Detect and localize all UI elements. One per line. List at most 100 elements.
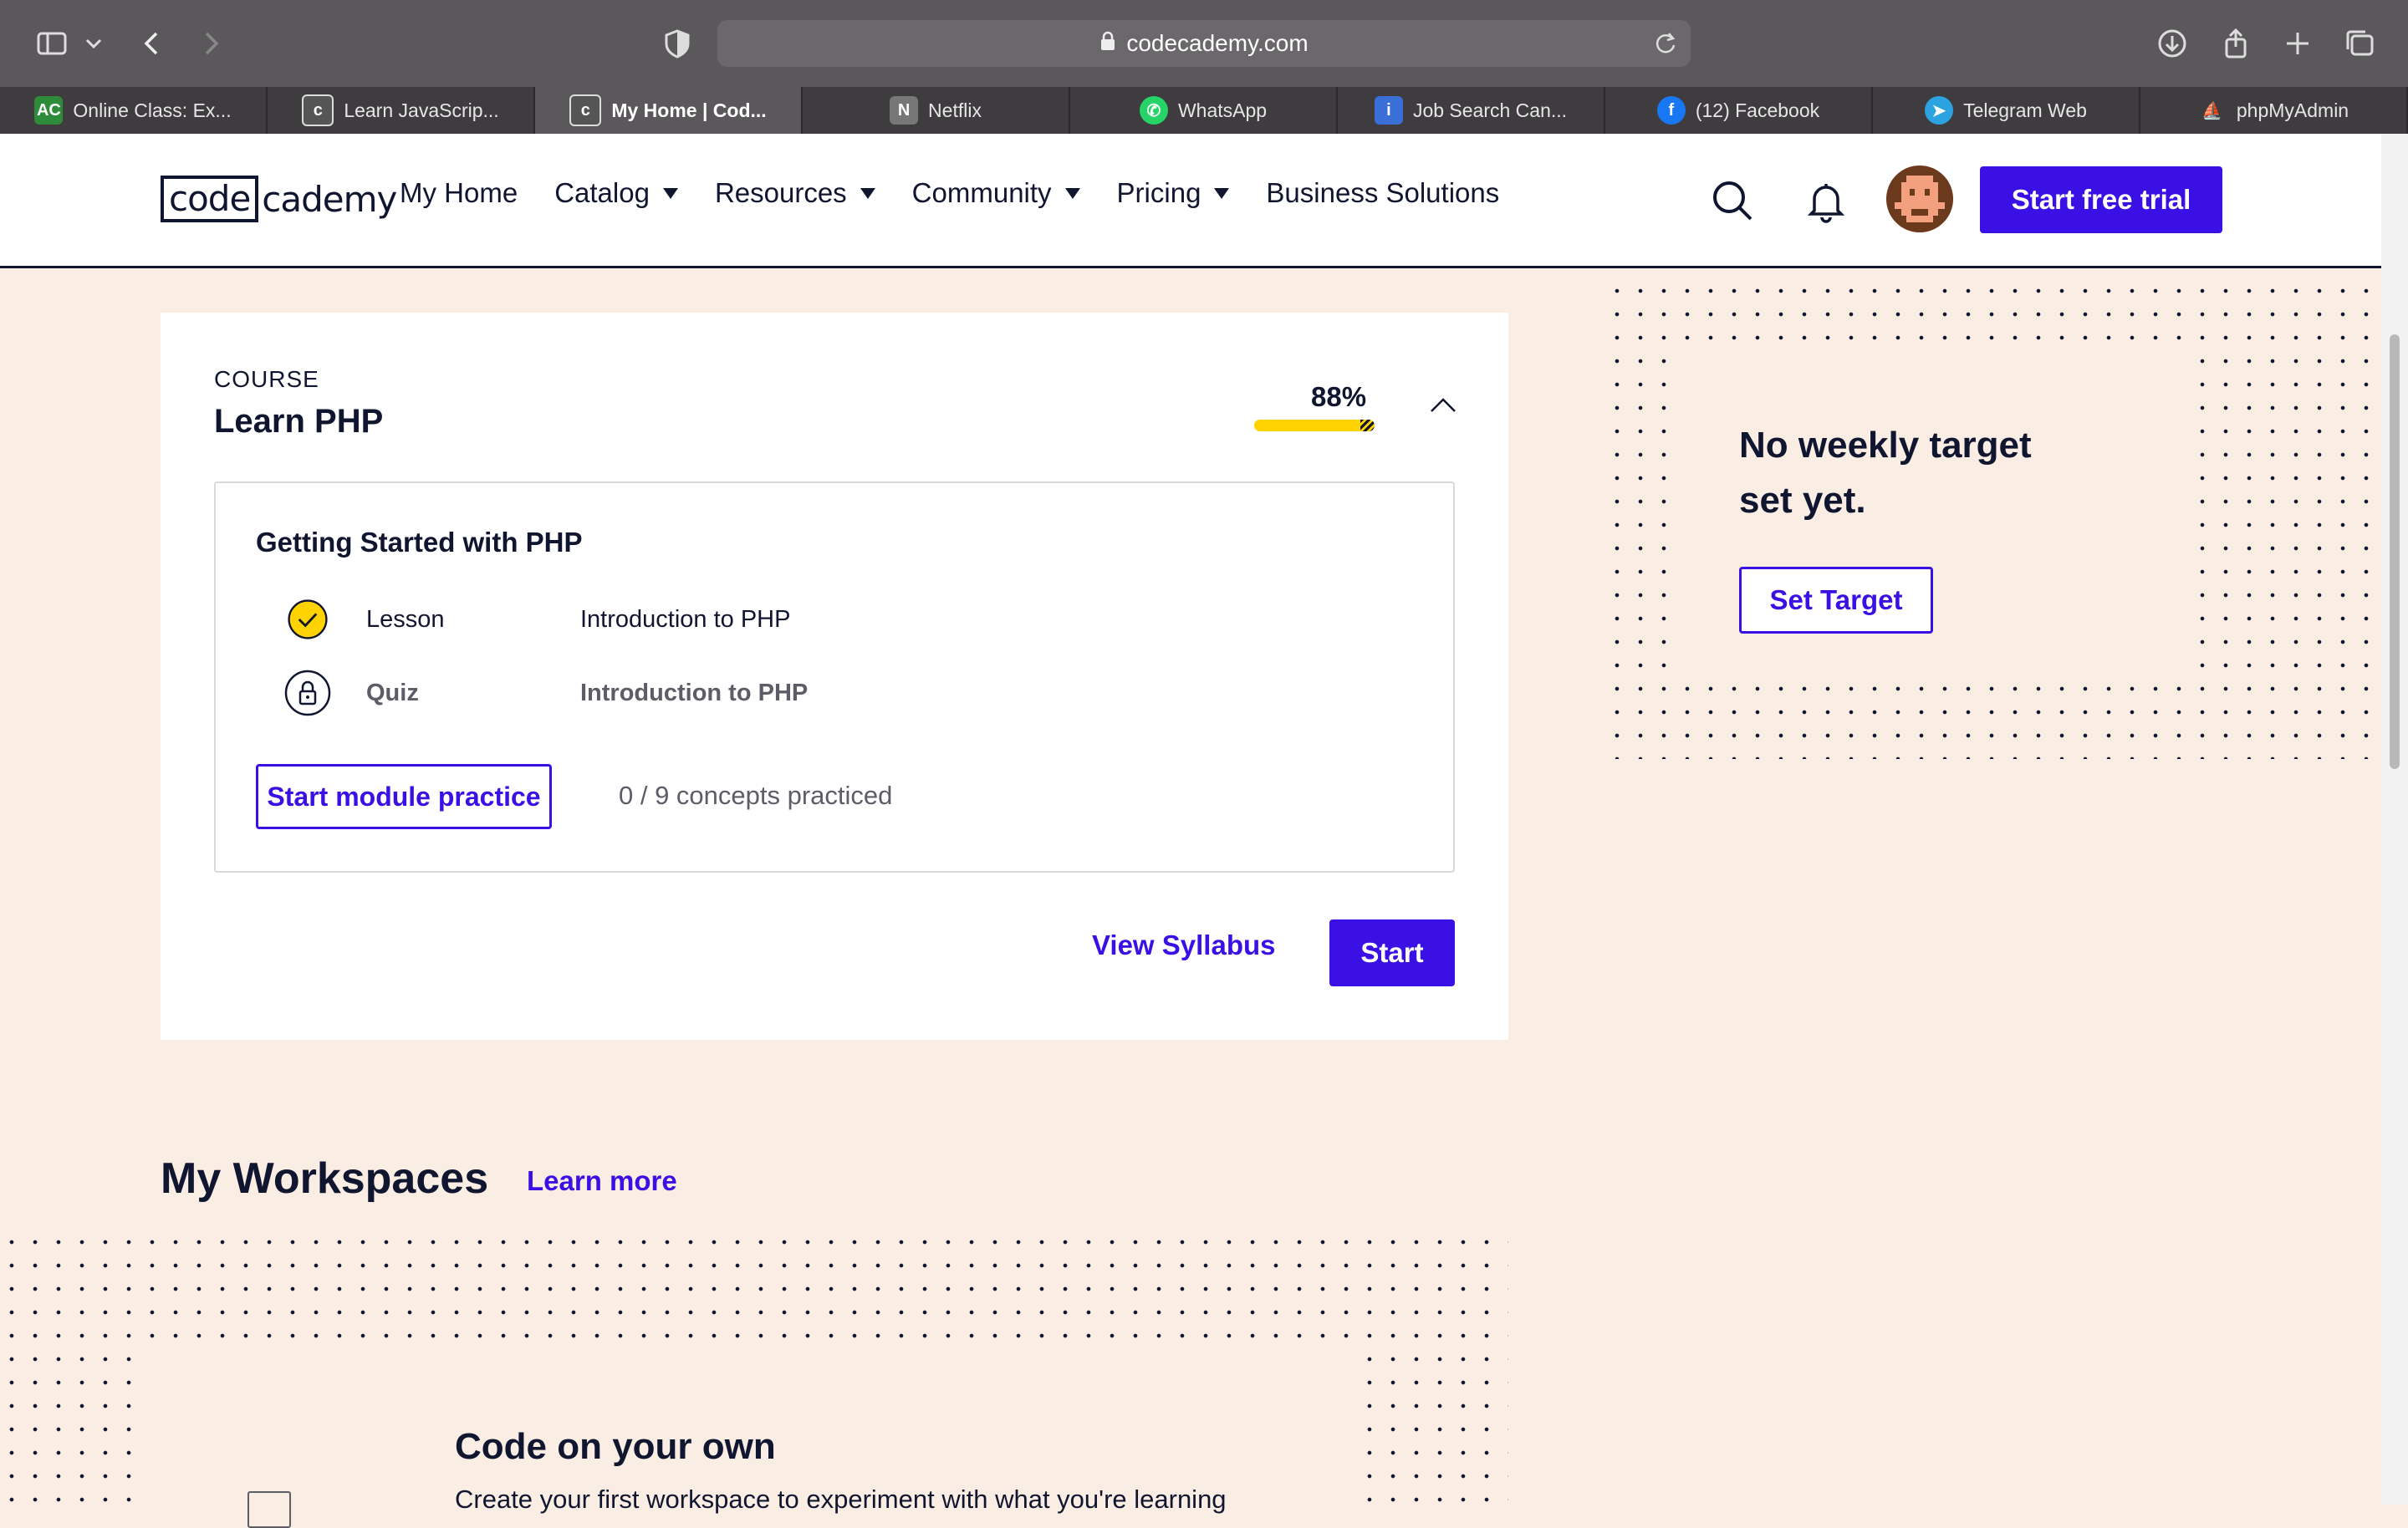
tab-label: Telegram Web xyxy=(1963,99,2087,121)
codecademy-favicon-icon: c xyxy=(302,94,334,126)
weekly-target-title: No weekly target set yet. xyxy=(1739,425,2032,521)
page-scrollbar[interactable] xyxy=(2381,134,2408,1505)
workspaces-title: My Workspaces xyxy=(161,1154,489,1203)
course-card: COURSE Learn PHP 88% Getting Started wit… xyxy=(161,313,1508,1040)
nav-my-home[interactable]: My Home xyxy=(400,177,518,209)
concepts-practiced-text: 0 / 9 concepts practiced xyxy=(619,781,893,810)
netflix-favicon-icon: N xyxy=(890,96,919,125)
tab-my-home[interactable]: c My Home | Cod... xyxy=(535,87,803,134)
nav-pricing[interactable]: Pricing xyxy=(1117,177,1230,209)
caret-down-icon xyxy=(1064,187,1080,199)
tab-bar: AC Online Class: Ex... c Learn JavaScrip..… xyxy=(0,87,2408,134)
share-icon[interactable] xyxy=(2214,22,2258,65)
codecademy-favicon-icon: c xyxy=(569,94,602,126)
logo-code-box: code xyxy=(161,176,259,222)
telegram-favicon-icon: ➤ xyxy=(1925,96,1954,125)
set-target-button[interactable]: Set Target xyxy=(1739,567,1933,634)
tab-label: My Home | Cod... xyxy=(611,99,767,121)
nav-catalog[interactable]: Catalog xyxy=(554,177,678,209)
course-title: Learn PHP xyxy=(214,403,384,440)
online-class-favicon-icon: AC xyxy=(34,96,64,125)
tab-phpmyadmin[interactable]: ⛵ phpMyAdmin xyxy=(2140,87,2408,134)
sidebar-toggle-icon[interactable] xyxy=(30,22,74,65)
search-icon[interactable] xyxy=(1709,177,1756,224)
module-title: Getting Started with PHP xyxy=(256,527,583,558)
bell-icon[interactable] xyxy=(1804,177,1848,224)
tab-label: phpMyAdmin xyxy=(2236,99,2349,121)
nav-label: Community xyxy=(911,177,1052,208)
workspace-empty-description: Create your first workspace to experimen… xyxy=(455,1485,1227,1514)
browser-toolbar: codecademy.com xyxy=(0,0,2408,87)
nav-label: Catalog xyxy=(554,177,650,208)
shield-icon[interactable] xyxy=(656,22,699,65)
url-text: codecademy.com xyxy=(1126,30,1309,56)
logo-academy-text: cademy xyxy=(262,178,397,220)
tab-overview-icon[interactable] xyxy=(2338,22,2381,65)
address-bar[interactable]: codecademy.com xyxy=(717,20,1691,67)
caret-down-icon xyxy=(662,187,678,199)
module-panel: Getting Started with PHP Lesson Introduc… xyxy=(214,481,1455,873)
start-module-practice-button[interactable]: Start module practice xyxy=(256,764,552,829)
module-item-quiz[interactable]: Quiz Introduction to PHP xyxy=(283,664,808,722)
tab-learn-javascript[interactable]: c Learn JavaScrip... xyxy=(268,87,535,134)
tab-label: WhatsApp xyxy=(1177,99,1268,121)
module-item-kind: Lesson xyxy=(366,605,445,633)
lock-icon xyxy=(1099,30,1116,57)
progress-remaining xyxy=(1360,420,1375,431)
tab-whatsapp[interactable]: ✆ WhatsApp xyxy=(1070,87,1338,134)
module-item-name: Introduction to PHP xyxy=(580,605,791,633)
course-kicker: COURSE xyxy=(214,366,319,392)
start-free-trial-button[interactable]: Start free trial xyxy=(1980,166,2222,233)
nav-label: My Home xyxy=(400,177,518,208)
code-window-icon xyxy=(247,1491,291,1528)
module-item-name: Introduction to PHP xyxy=(580,679,809,706)
info-favicon-icon: i xyxy=(1374,96,1403,125)
start-button[interactable]: Start xyxy=(1329,919,1455,986)
weekly-target-panel: No weekly target set yet. Set Target xyxy=(1669,343,2187,677)
tab-online-class[interactable]: AC Online Class: Ex... xyxy=(0,87,268,134)
module-item-kind: Quiz xyxy=(366,679,419,706)
view-syllabus-link[interactable]: View Syllabus xyxy=(1092,930,1276,961)
tab-facebook[interactable]: f (12) Facebook xyxy=(1605,87,1873,134)
avatar[interactable] xyxy=(1886,166,1953,232)
codecademy-logo[interactable]: code cademy xyxy=(161,174,397,224)
nav-community[interactable]: Community xyxy=(912,177,1080,209)
tab-netflix[interactable]: N Netflix xyxy=(803,87,1070,134)
chevron-down-icon[interactable] xyxy=(77,22,110,65)
tab-label: Online Class: Ex... xyxy=(73,99,232,121)
workspace-empty-heading: Code on your own xyxy=(455,1426,776,1467)
scrollbar-thumb[interactable] xyxy=(2390,334,2400,769)
learn-more-link[interactable]: Learn more xyxy=(527,1165,677,1197)
tab-label: Netflix xyxy=(928,99,982,121)
reload-icon[interactable] xyxy=(1650,28,1681,59)
progress-fill xyxy=(1254,420,1360,431)
nav-label: Business Solutions xyxy=(1266,177,1500,208)
tab-label: Learn JavaScrip... xyxy=(344,99,499,121)
check-circle-icon xyxy=(283,594,333,644)
nav-business-solutions[interactable]: Business Solutions xyxy=(1266,177,1499,209)
site-header: code cademy My Home Catalog Resources Com… xyxy=(0,134,2381,268)
tab-label: Job Search Can... xyxy=(1412,99,1568,121)
tab-telegram[interactable]: ➤ Telegram Web xyxy=(1873,87,2140,134)
forward-icon[interactable] xyxy=(189,22,232,65)
downloads-icon[interactable] xyxy=(2150,22,2194,65)
facebook-favicon-icon: f xyxy=(1656,96,1686,125)
tab-label: (12) Facebook xyxy=(1695,99,1820,121)
progress-percent: 88% xyxy=(1311,381,1367,412)
nav-resources[interactable]: Resources xyxy=(715,177,875,209)
main-nav: My Home Catalog Resources Community Pric… xyxy=(400,177,1499,209)
tab-job-search[interactable]: i Job Search Can... xyxy=(1338,87,1605,134)
chevron-up-icon[interactable] xyxy=(1426,390,1460,423)
progress-bar xyxy=(1254,420,1375,431)
workspace-empty-panel: Code on your own Create your first works… xyxy=(140,1346,1361,1528)
module-item-lesson[interactable]: Lesson Introduction to PHP xyxy=(283,590,790,649)
new-tab-icon[interactable] xyxy=(2276,22,2319,65)
phpmyadmin-favicon-icon: ⛵ xyxy=(2201,101,2223,120)
whatsapp-favicon-icon: ✆ xyxy=(1139,96,1168,125)
nav-label: Pricing xyxy=(1116,177,1201,208)
nav-label: Resources xyxy=(714,177,847,208)
caret-down-icon xyxy=(860,187,875,199)
back-icon[interactable] xyxy=(130,22,174,65)
caret-down-icon xyxy=(1214,187,1230,199)
lock-circle-icon xyxy=(283,668,333,718)
